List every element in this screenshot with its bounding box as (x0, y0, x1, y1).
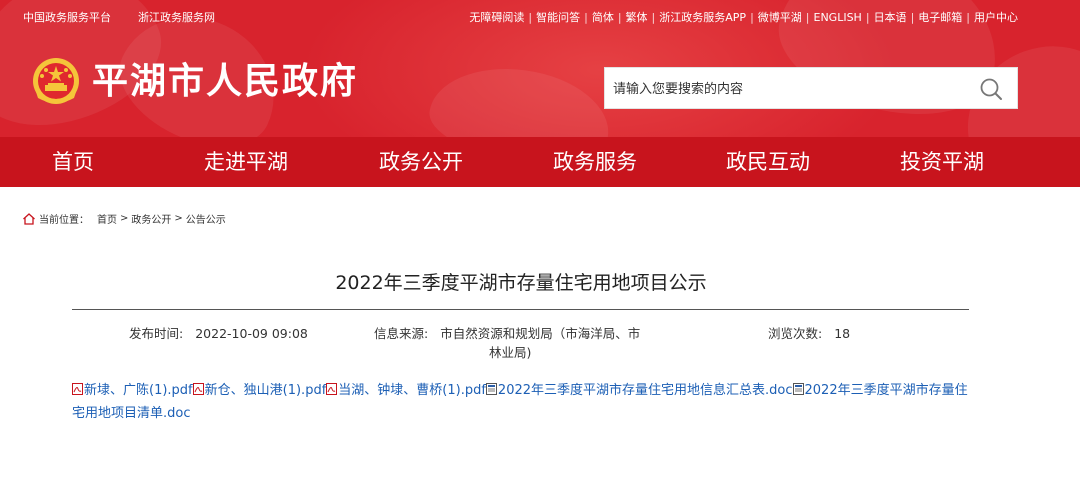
breadcrumb: 当前位置： 首页 > 政务公开 > 公告公示 (22, 211, 226, 226)
attachment-link[interactable]: 新仓、独山港(1).pdf (205, 383, 327, 398)
english-link[interactable]: ENGLISH (814, 11, 862, 24)
doc-file-icon (485, 380, 497, 395)
national-emblem-icon (30, 56, 82, 108)
article-title: 2022年三季度平湖市存量住宅用地项目公示 (335, 272, 707, 294)
top-utility-bar: 中国政务服务平台 浙江政务服务网 无障碍阅读 | 智能问答 | 简体 | 繁体 | 浙江政务服务… (0, 0, 1080, 30)
view-count-value: 18 (834, 326, 851, 341)
nav-item-home[interactable]: 首页 (28, 137, 118, 187)
zhejiang-app-link[interactable]: 浙江政务服务APP (659, 11, 746, 24)
smart-qa-link[interactable]: 智能问答 (536, 11, 580, 24)
weibo-link[interactable]: 微博平湖 (758, 11, 802, 24)
user-center-link[interactable]: 用户中心 (974, 11, 1018, 24)
breadcrumb-label: 当前位置： (39, 215, 89, 226)
doc-file-icon (792, 380, 804, 395)
home-icon (22, 212, 36, 226)
attachment-link[interactable]: 2022年三季度平湖市存量住宅用地信息汇总表.doc (498, 383, 793, 398)
view-count: 浏览次数: 18 (768, 324, 850, 343)
gov-service-platform-link[interactable]: 中国政务服务平台 (23, 9, 111, 25)
nav-item-gov-affairs[interactable]: 政务公开 (361, 137, 481, 187)
attachment-link[interactable]: 当湖、钟埭、曹桥(1).pdf (338, 383, 486, 398)
main-nav: 首页 走进平湖 政务公开 政务服务 政民互动 投资平湖 (0, 137, 1080, 187)
breadcrumb-announcements[interactable]: 公告公示 (186, 211, 226, 226)
info-source: 信息来源: 市自然资源和规划局（市海洋局、市 林业局) (374, 324, 674, 362)
attachment-list: 新埭、广陈(1).pdf 新仓、独山港(1).pdf 当湖、钟埭、曹桥(1).pdf… (72, 379, 972, 425)
nav-item-interaction[interactable]: 政民互动 (708, 137, 828, 187)
pdf-file-icon (326, 380, 338, 395)
nav-item-invest-pinghu[interactable]: 投资平湖 (882, 137, 1002, 187)
site-title: 平湖市人民政府 (92, 61, 359, 102)
breadcrumb-separator: > (120, 213, 129, 224)
info-source-value: 市自然资源和规划局（市海洋局、市 (440, 326, 641, 341)
pdf-file-icon (192, 380, 204, 395)
breadcrumb-home[interactable]: 首页 (97, 211, 117, 226)
info-source-label: 信息来源: (374, 326, 429, 341)
nav-item-about-pinghu[interactable]: 走进平湖 (186, 137, 306, 187)
site-header: 中国政务服务平台 浙江政务服务网 无障碍阅读 | 智能问答 | 简体 | 繁体 | 浙江政务服务… (0, 0, 1080, 137)
accessibility-link[interactable]: 无障碍阅读 (469, 11, 524, 24)
publish-time-value: 2022-10-09 09:08 (195, 326, 308, 341)
pdf-file-icon (72, 380, 83, 395)
japanese-link[interactable]: 日本语 (874, 11, 907, 24)
traditional-chinese-link[interactable]: 繁体 (626, 11, 648, 24)
breadcrumb-separator: > (174, 213, 183, 224)
search-box (604, 67, 1018, 109)
search-input[interactable] (613, 78, 963, 100)
simplified-chinese-link[interactable]: 简体 (592, 11, 614, 24)
breadcrumb-gov-affairs[interactable]: 政务公开 (131, 211, 171, 226)
utility-links: 无障碍阅读 | 智能问答 | 简体 | 繁体 | 浙江政务服务APP | 微博平湖 | ENGLISH |… (469, 11, 1018, 24)
email-link[interactable]: 电子邮箱 (918, 11, 962, 24)
view-count-label: 浏览次数: (768, 326, 823, 341)
nav-item-gov-services[interactable]: 政务服务 (535, 137, 655, 187)
zhejiang-gov-service-link[interactable]: 浙江政务服务网 (138, 9, 215, 25)
site-logo[interactable]: 平湖市人民政府 (30, 56, 358, 108)
search-icon[interactable] (979, 77, 1003, 101)
publish-time: 发布时间: 2022-10-09 09:08 (129, 324, 308, 343)
title-divider (72, 309, 969, 310)
attachment-link[interactable]: 新埭、广陈(1).pdf (84, 383, 193, 398)
info-source-value-cont: 林业局) (489, 345, 532, 360)
publish-time-label: 发布时间: (129, 326, 184, 341)
